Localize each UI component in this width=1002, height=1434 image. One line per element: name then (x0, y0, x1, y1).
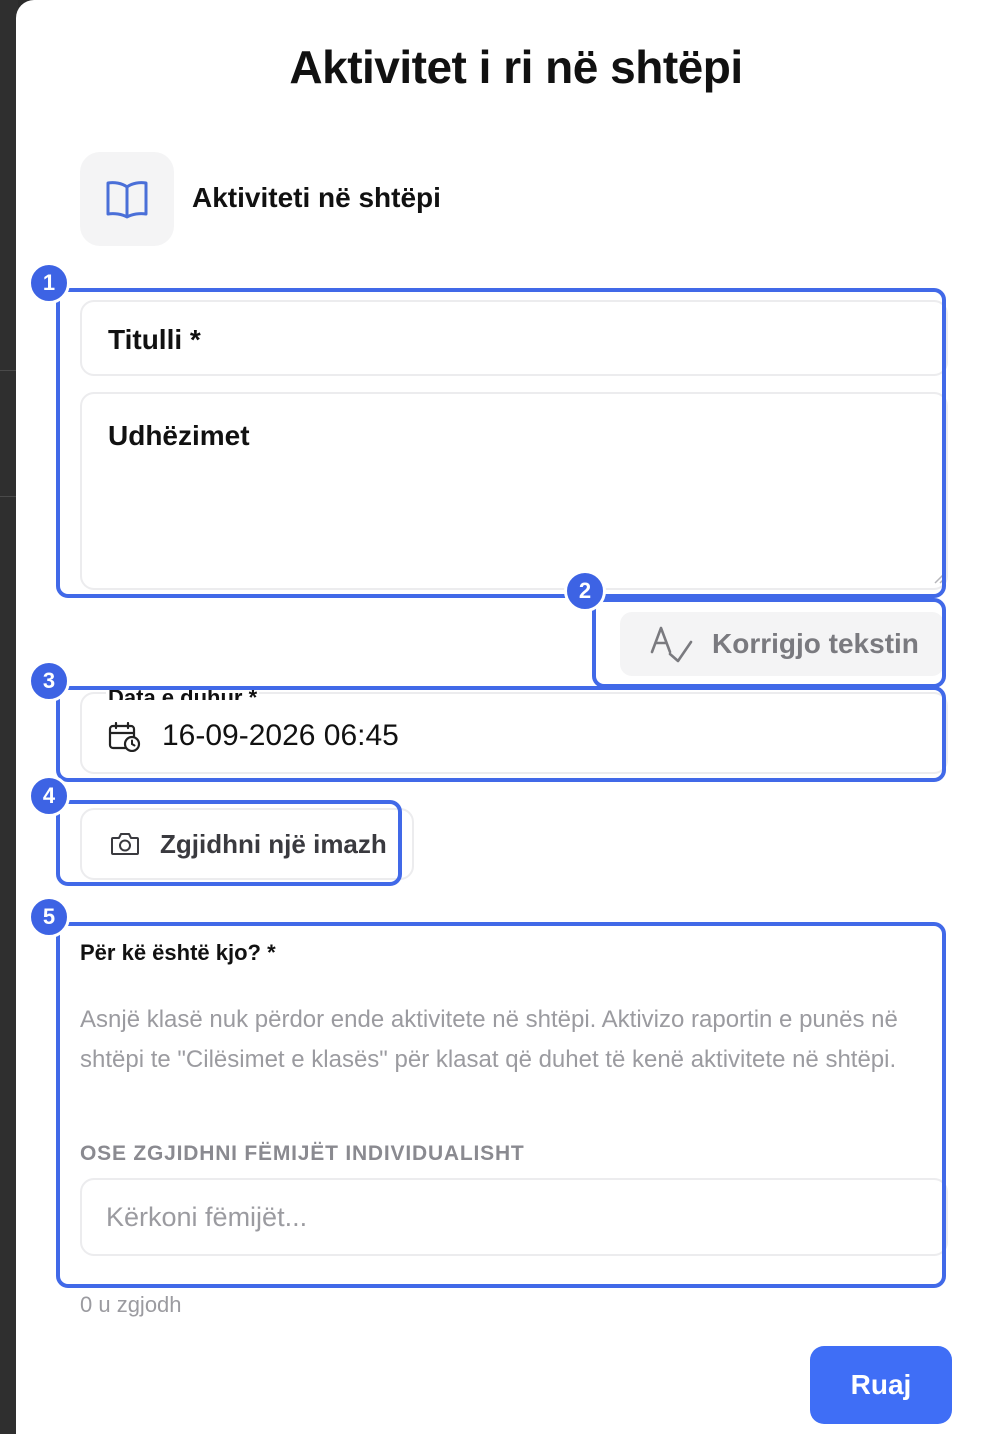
selected-count: 0 u zgjodh (80, 1292, 182, 1317)
individual-children-caption: OSE ZGJIDHNI FËMIJËT INDIVIDUALISHT (80, 1142, 525, 1165)
children-search-field[interactable] (80, 1178, 948, 1256)
dialog-title: Aktivitet i ri në shtëpi (289, 41, 743, 93)
choose-image-button[interactable]: Zgjidhni një imazh (80, 808, 414, 880)
open-book-icon (106, 181, 148, 219)
annotation-badge-2: 2 (564, 570, 606, 612)
annotation-badge-4: 4 (28, 775, 70, 817)
activity-type-icon-box (80, 152, 174, 246)
save-button[interactable]: Ruaj (810, 1346, 952, 1424)
title-field[interactable]: Titulli * (80, 300, 948, 376)
choose-image-label: Zgjidhni një imazh (160, 828, 387, 859)
recipients-label: Për kë është kjo? * (80, 940, 276, 965)
annotation-badge-5: 5 (28, 896, 70, 938)
due-date-field[interactable]: Data e duhur * 16-09-2026 06:45 (80, 688, 948, 774)
spellcheck-icon (650, 626, 693, 663)
annotation-badge-1: 1 (28, 262, 70, 304)
camera-icon (111, 833, 139, 855)
instructions-field-label: Udhëzimet (108, 420, 250, 451)
correct-text-label: Korrigjo tekstin (712, 628, 919, 659)
resize-grip-icon[interactable] (932, 570, 946, 584)
due-date-value: 16-09-2026 06:45 (162, 719, 399, 752)
recipients-hint: Asnjë klasë nuk përdor ende aktivitete n… (80, 1006, 898, 1073)
title-field-label: Titulli * (108, 324, 201, 355)
correct-text-button[interactable]: Korrigjo tekstin (620, 612, 944, 676)
children-search-input[interactable] (82, 1180, 946, 1254)
calendar-clock-icon (108, 722, 141, 752)
activity-type-label: Aktiviteti në shtëpi (192, 182, 441, 213)
due-date-label: Data e duhur * (106, 688, 260, 700)
instructions-field[interactable]: Udhëzimet (80, 392, 948, 590)
annotation-badge-3: 3 (28, 660, 70, 702)
